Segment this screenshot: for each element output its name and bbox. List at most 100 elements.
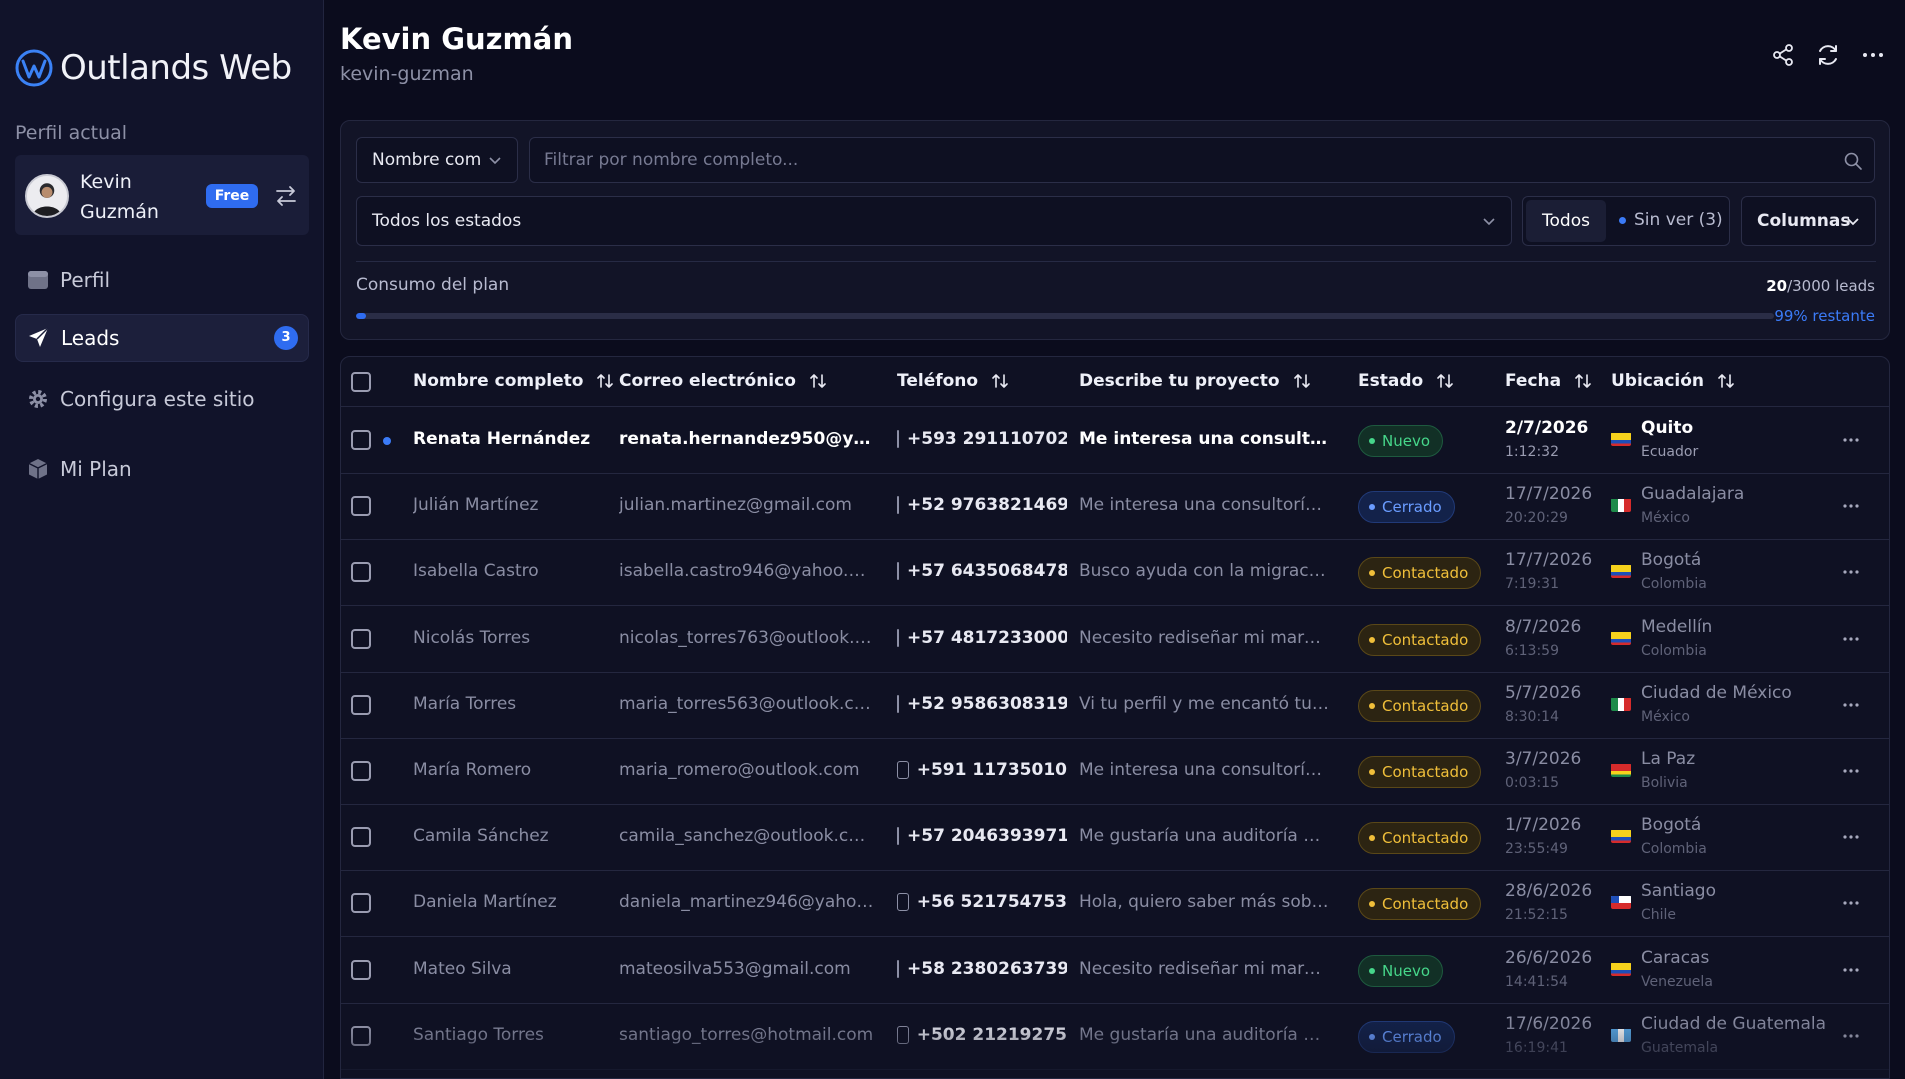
sidebar-item-perfil[interactable]: Perfil (15, 256, 309, 304)
status-badge[interactable]: Contactado (1358, 756, 1482, 788)
status-badge[interactable]: Contactado (1358, 557, 1482, 590)
row-more-icon[interactable] (1841, 629, 1861, 649)
country-flag-icon (1611, 564, 1631, 579)
row-more-icon[interactable] (1841, 1026, 1861, 1046)
status-badge[interactable]: Contactado (1358, 822, 1482, 855)
refresh-icon[interactable] (1815, 42, 1841, 68)
phone-icon (897, 496, 899, 515)
sidebar-item-label: Leads (61, 326, 120, 350)
lead-city: Santiago (1641, 881, 1716, 902)
column-header-email[interactable]: Correo electrónico (619, 371, 828, 391)
status-badge[interactable]: Nuevo (1358, 954, 1444, 987)
column-header-phone[interactable]: Teléfono (897, 371, 1010, 391)
row-checkbox[interactable] (351, 1025, 371, 1046)
status-dot (1369, 636, 1375, 643)
profile-name: Kevin Guzmán (80, 171, 159, 223)
lead-city: Medellín (1641, 616, 1713, 637)
sort-icon[interactable] (595, 371, 615, 391)
profile-card[interactable]: Kevin Guzmán Free (15, 155, 309, 235)
sort-icon[interactable] (1292, 371, 1312, 391)
lead-phone: +502 21219275 (897, 1025, 1067, 1045)
column-header-project[interactable]: Describe tu proyecto (1079, 371, 1312, 391)
row-checkbox[interactable] (351, 430, 371, 450)
row-more-icon[interactable] (1841, 761, 1861, 781)
lead-email: daniela_martinez946@yahoo.com (619, 892, 874, 913)
row-more-icon[interactable] (1841, 695, 1861, 715)
status-dot (1369, 835, 1375, 842)
row-more-icon[interactable] (1841, 562, 1861, 582)
row-checkbox[interactable] (351, 694, 371, 715)
table-row[interactable]: Nicolás Torres nicolas_torres763@outlook.… (341, 607, 1889, 673)
lead-date: 1/7/2026 (1505, 815, 1582, 836)
lead-project-description: Me interesa una consultoría sobre mi pro… (1079, 429, 1329, 449)
status-badge[interactable]: Contactado (1358, 623, 1482, 656)
lead-city: Bogotá (1641, 815, 1702, 836)
column-header-status[interactable]: Estado (1358, 371, 1455, 391)
select-all-checkbox[interactable] (351, 372, 371, 392)
columns-button-label: Columnas (1757, 211, 1851, 231)
lead-date: 5/7/2026 (1505, 682, 1582, 703)
column-header-name[interactable]: Nombre completo (413, 371, 615, 391)
sidebar-item-leads[interactable]: Leads 3 (15, 314, 309, 362)
table-row[interactable]: Isabella Castro isabella.castro946@yahoo.… (341, 540, 1889, 607)
status-badge[interactable]: Contactado (1358, 689, 1482, 722)
table-row[interactable]: Julián Martínez julian.martinez@gmail.com… (341, 474, 1889, 541)
row-checkbox[interactable] (351, 562, 371, 583)
lead-email: maria_torres563@outlook.com (619, 693, 874, 714)
sidebar-item-configura[interactable]: Configura este sitio (15, 375, 309, 423)
share-icon[interactable] (1770, 42, 1796, 68)
segment-all-button[interactable]: Todos (1526, 200, 1606, 242)
table-row[interactable]: Santiago Torres santiago_torres@hotmail.c… (341, 1004, 1889, 1070)
row-checkbox[interactable] (351, 496, 371, 517)
column-header-date[interactable]: Fecha (1505, 371, 1593, 391)
table-row[interactable]: Camila Sánchez camila_sanchez@outlook.com… (341, 805, 1889, 872)
phone-icon (897, 761, 909, 779)
lead-time: 20:20:29 (1505, 510, 1568, 527)
status-badge[interactable]: Contactado (1358, 888, 1482, 921)
sort-icon[interactable] (1573, 371, 1593, 391)
table-row[interactable]: María Romero maria_romero@outlook.com +591… (341, 739, 1889, 805)
chevron-down-icon (1483, 218, 1495, 226)
seen-filter-segment: Todos Sin ver (3) (1522, 196, 1730, 246)
row-checkbox[interactable] (351, 761, 371, 781)
lead-country: Guatemala (1641, 1039, 1719, 1056)
sort-icon[interactable] (808, 371, 828, 391)
sort-icon[interactable] (1435, 371, 1455, 391)
status-dot (1369, 901, 1375, 908)
table-row[interactable]: Daniela Martínez daniela_martinez946@yaho… (341, 871, 1889, 938)
row-more-icon[interactable] (1841, 960, 1861, 980)
status-badge[interactable]: Cerrado (1358, 1020, 1455, 1053)
sort-icon[interactable] (1716, 371, 1736, 391)
lead-time: 21:52:15 (1505, 907, 1568, 924)
page-slug: kevin-guzman (340, 63, 474, 85)
column-header-location[interactable]: Ubicación (1611, 371, 1736, 391)
row-checkbox[interactable] (351, 893, 371, 914)
filter-field-select[interactable]: Nombre com (356, 137, 518, 183)
more-options-icon[interactable] (1860, 42, 1886, 68)
sort-icon[interactable] (990, 371, 1010, 391)
lead-country: México (1641, 510, 1690, 527)
brand-logo[interactable]: Outlands Web (14, 48, 292, 88)
row-checkbox[interactable] (351, 959, 371, 980)
row-more-icon[interactable] (1841, 496, 1861, 516)
table-row[interactable]: Mateo Silva mateosilva553@gmail.com +58 23… (341, 938, 1889, 1004)
switch-profile-icon[interactable] (273, 183, 299, 209)
row-checkbox[interactable] (351, 628, 371, 649)
status-badge[interactable]: Cerrado (1358, 491, 1455, 524)
row-checkbox[interactable] (351, 827, 371, 848)
table-row[interactable]: María Torres maria_torres563@outlook.com +… (341, 673, 1889, 739)
phone-icon (897, 827, 899, 846)
segment-unseen-button[interactable]: Sin ver (3) (1619, 210, 1723, 230)
row-more-icon[interactable] (1841, 430, 1861, 450)
search-input[interactable]: Filtrar por nombre completo... (529, 137, 1875, 183)
row-more-icon[interactable] (1841, 893, 1861, 913)
row-more-icon[interactable] (1841, 827, 1861, 847)
status-badge[interactable]: Nuevo (1358, 425, 1444, 457)
status-filter-select[interactable]: Todos los estados (356, 196, 1512, 246)
sidebar-item-mi-plan[interactable]: Mi Plan (15, 445, 309, 493)
outlands-logo-icon (15, 49, 53, 87)
lead-phone: +57 2046393971 (897, 826, 1067, 846)
table-row[interactable]: Renata Hernández renata.hernandez950@yaho… (341, 408, 1889, 474)
brand-name: Outlands Web (60, 48, 292, 88)
columns-button[interactable]: Columnas (1741, 196, 1876, 246)
